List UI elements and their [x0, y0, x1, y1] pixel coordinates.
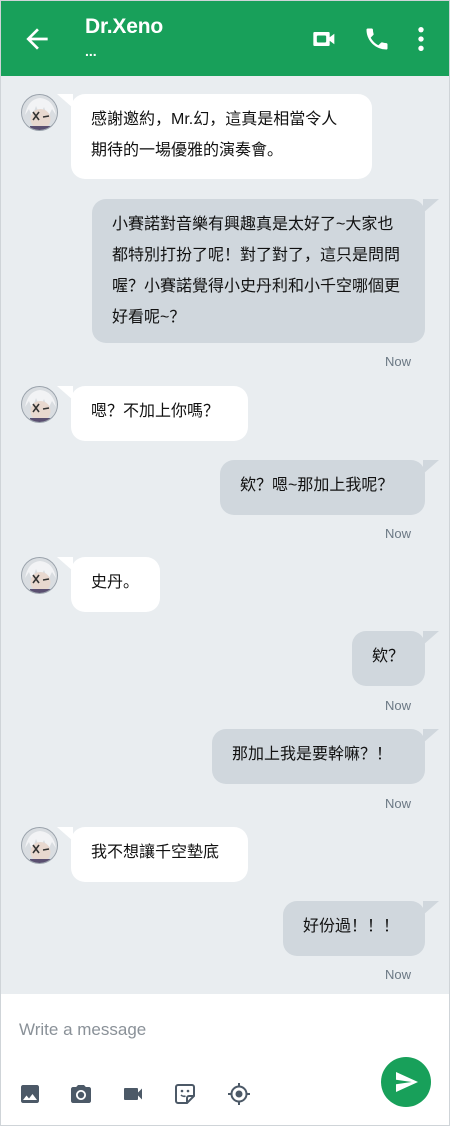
video-call-button[interactable] — [311, 25, 339, 53]
send-button[interactable] — [381, 1057, 431, 1107]
message-text: 欸？ — [372, 648, 405, 665]
back-button[interactable] — [21, 23, 53, 55]
message-text: 我不想讓千空墊底 — [91, 844, 220, 861]
outgoing-message[interactable]: 那加上我是要幹嘛？！ — [212, 729, 425, 784]
bubble-tail — [423, 901, 439, 915]
message-timestamp: Now — [384, 698, 411, 713]
send-icon — [396, 1072, 418, 1092]
contact-avatar-image — [22, 95, 57, 130]
message-text: 欸？嗯~那加上我呢？ — [240, 477, 394, 494]
message-text: 感謝邀約，Mr.幻，這真是相當令人期待的一場優雅的演奏會。 — [91, 111, 338, 159]
camera-icon — [71, 1085, 91, 1103]
avatar[interactable] — [21, 827, 58, 864]
contact-avatar-image — [22, 387, 57, 422]
chat-window: Dr.Xeno ... 感謝邀約，Mr.幻，這真是相當令人期待的一場優雅的演奏會… — [0, 0, 450, 1126]
typing-indicator: ... — [85, 43, 97, 59]
message-timestamp: Now — [384, 526, 411, 541]
share-location-button[interactable] — [227, 1082, 251, 1106]
incoming-message[interactable]: 我不想讓千空墊底 — [71, 827, 248, 882]
message-timestamp: Now — [384, 967, 411, 982]
outgoing-message[interactable]: 欸？嗯~那加上我呢？ — [220, 460, 425, 515]
bubble-tail — [423, 631, 439, 645]
message-text: 史丹。 — [91, 574, 140, 591]
more-options-button[interactable] — [407, 25, 435, 53]
outgoing-message[interactable]: 小賽諾對音樂有興趣真是太好了~大家也都特別打扮了呢！對了對了，這只是問問喔？小賽… — [92, 199, 425, 343]
message-text: 那加上我是要幹嘛？！ — [232, 746, 393, 763]
chat-header: Dr.Xeno ... — [1, 1, 449, 76]
message-text: 好份過！！！ — [303, 918, 400, 935]
video-camera-icon — [313, 32, 335, 46]
bubble-tail — [423, 460, 439, 474]
message-text: 嗯？不加上你嗎？ — [91, 403, 220, 420]
avatar[interactable] — [21, 557, 58, 594]
camera-button[interactable] — [69, 1082, 93, 1106]
video-icon — [124, 1088, 142, 1100]
message-timestamp: Now — [384, 354, 411, 369]
phone-icon — [366, 28, 388, 50]
image-icon — [21, 1085, 39, 1103]
location-icon — [228, 1083, 250, 1105]
outgoing-message[interactable]: 好份過！！！ — [283, 901, 425, 956]
avatar[interactable] — [21, 386, 58, 423]
message-composer — [1, 994, 449, 1125]
sticker-icon — [175, 1084, 195, 1104]
contact-name: Dr.Xeno — [85, 15, 163, 38]
incoming-message[interactable]: 史丹。 — [71, 557, 160, 612]
message-input[interactable] — [19, 1016, 359, 1044]
sticker-button[interactable] — [173, 1082, 197, 1106]
voice-call-button[interactable] — [363, 25, 391, 53]
record-video-button[interactable] — [121, 1082, 145, 1106]
outgoing-message[interactable]: 欸？ — [352, 631, 425, 686]
contact-avatar-image — [22, 558, 57, 593]
incoming-message[interactable]: 感謝邀約，Mr.幻，這真是相當令人期待的一場優雅的演奏會。 — [71, 94, 372, 179]
incoming-message[interactable]: 嗯？不加上你嗎？ — [71, 386, 248, 441]
attach-image-button[interactable] — [18, 1082, 42, 1106]
more-vertical-icon — [418, 26, 424, 52]
bubble-tail — [423, 729, 439, 743]
message-text: 小賽諾對音樂有興趣真是太好了~大家也都特別打扮了呢！對了對了，這只是問問喔？小賽… — [112, 216, 401, 326]
bubble-tail — [423, 199, 439, 213]
avatar[interactable] — [21, 94, 58, 131]
arrow-left-icon — [26, 28, 48, 50]
contact-avatar-image — [22, 828, 57, 863]
message-timestamp: Now — [384, 796, 411, 811]
